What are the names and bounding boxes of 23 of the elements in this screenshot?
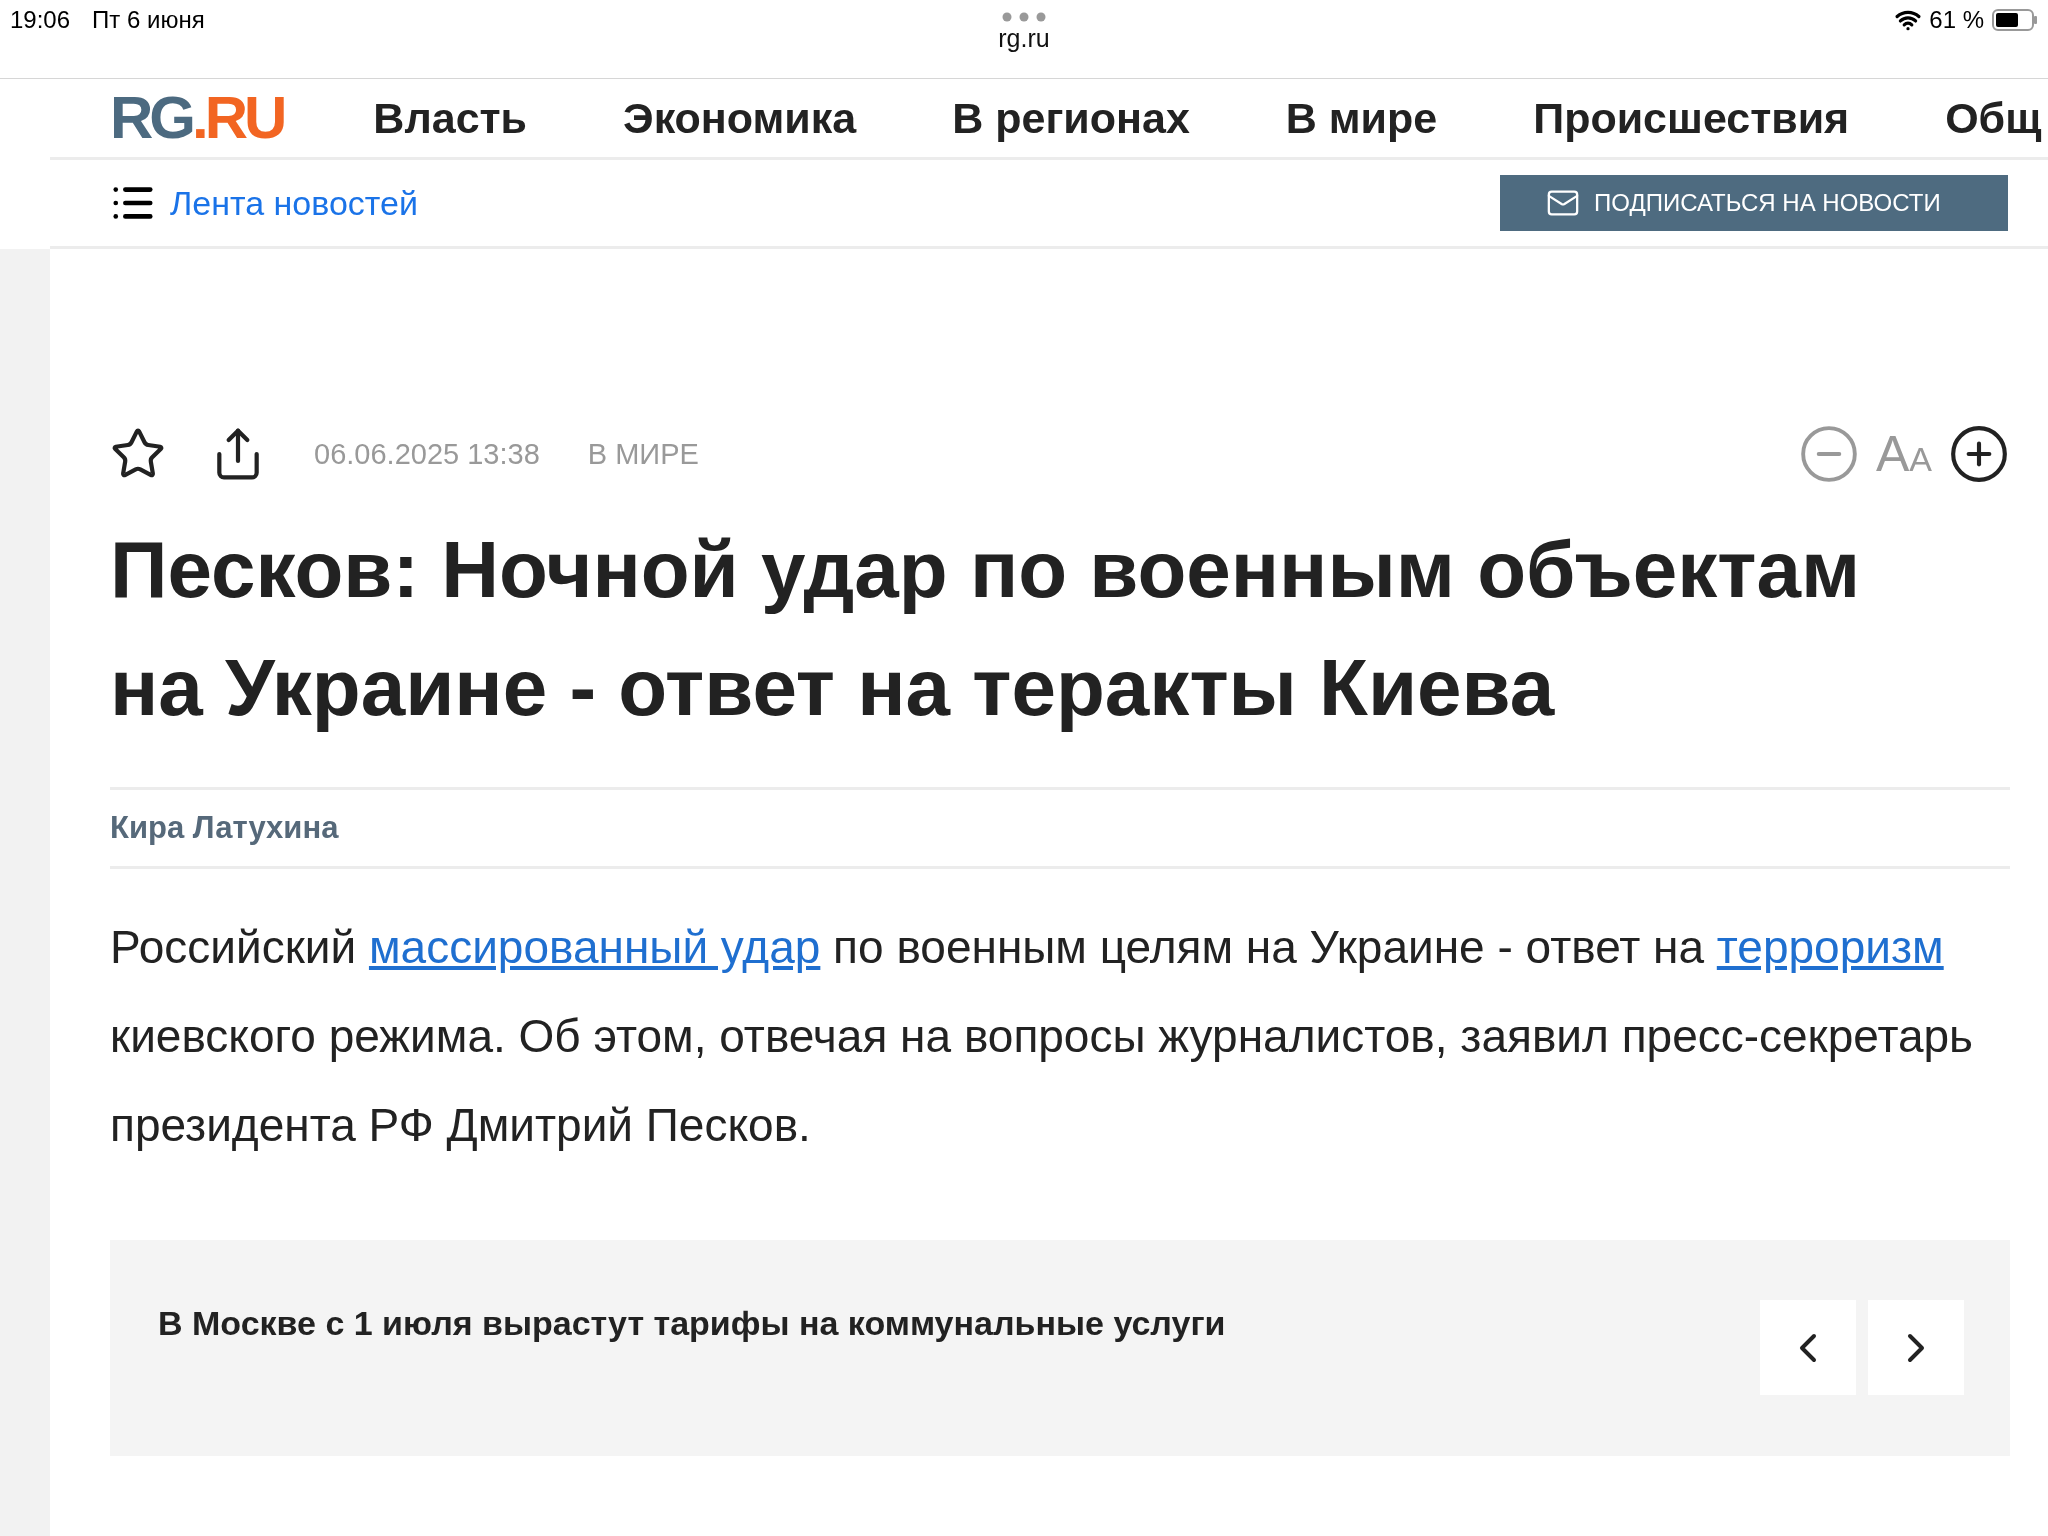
- nav-link[interactable]: Власть: [373, 93, 528, 143]
- battery-icon: [1992, 9, 2038, 31]
- date-text: Пт 6 июня: [92, 6, 205, 34]
- clock-time: 19:06: [10, 6, 71, 34]
- article-lead: Российский массированный удар по военным целям на Украине - ответ на терроризм киевского режима. Об этом, отвечая на вопросы журналистов, заявил пресс-секретарь президента РФ Дмитрий Песков.: [110, 920, 1975, 1153]
- author-name[interactable]: Кира Латухина: [110, 810, 339, 845]
- subscribe-button[interactable]: ПОДПИСАТЬСЯ НА НОВОСТИ: [1500, 175, 2008, 231]
- news-feed-link[interactable]: Лента новостей: [170, 183, 418, 223]
- article-title: Песков: Ночной удар по военным объектам на Украине - ответ на теракты Киева: [110, 524, 1862, 734]
- increase-font-button[interactable]: [1948, 423, 2010, 485]
- site-logo[interactable]: RG.RU: [110, 88, 284, 148]
- nav-link[interactable]: В мире: [1285, 93, 1438, 143]
- inline-link[interactable]: массированный удар: [368, 921, 821, 973]
- nav-link[interactable]: В регионах: [952, 93, 1190, 143]
- nav-link[interactable]: Происшествия: [1533, 93, 1850, 143]
- article-date: 06.06.2025 13:38: [314, 437, 540, 471]
- inline-link[interactable]: терроризм: [1716, 921, 1944, 973]
- nav-link[interactable]: Экономика: [623, 93, 857, 143]
- nav-link[interactable]: Общ: [1945, 93, 2042, 143]
- url-text[interactable]: rg.ru: [998, 24, 1050, 53]
- related-news-title[interactable]: В Москве с 1 июля вырастут тарифы на коммунальные услуги: [158, 1304, 1748, 1343]
- battery-percent: 61 %: [1929, 6, 1984, 34]
- more-dots-icon[interactable]: [1002, 12, 1046, 22]
